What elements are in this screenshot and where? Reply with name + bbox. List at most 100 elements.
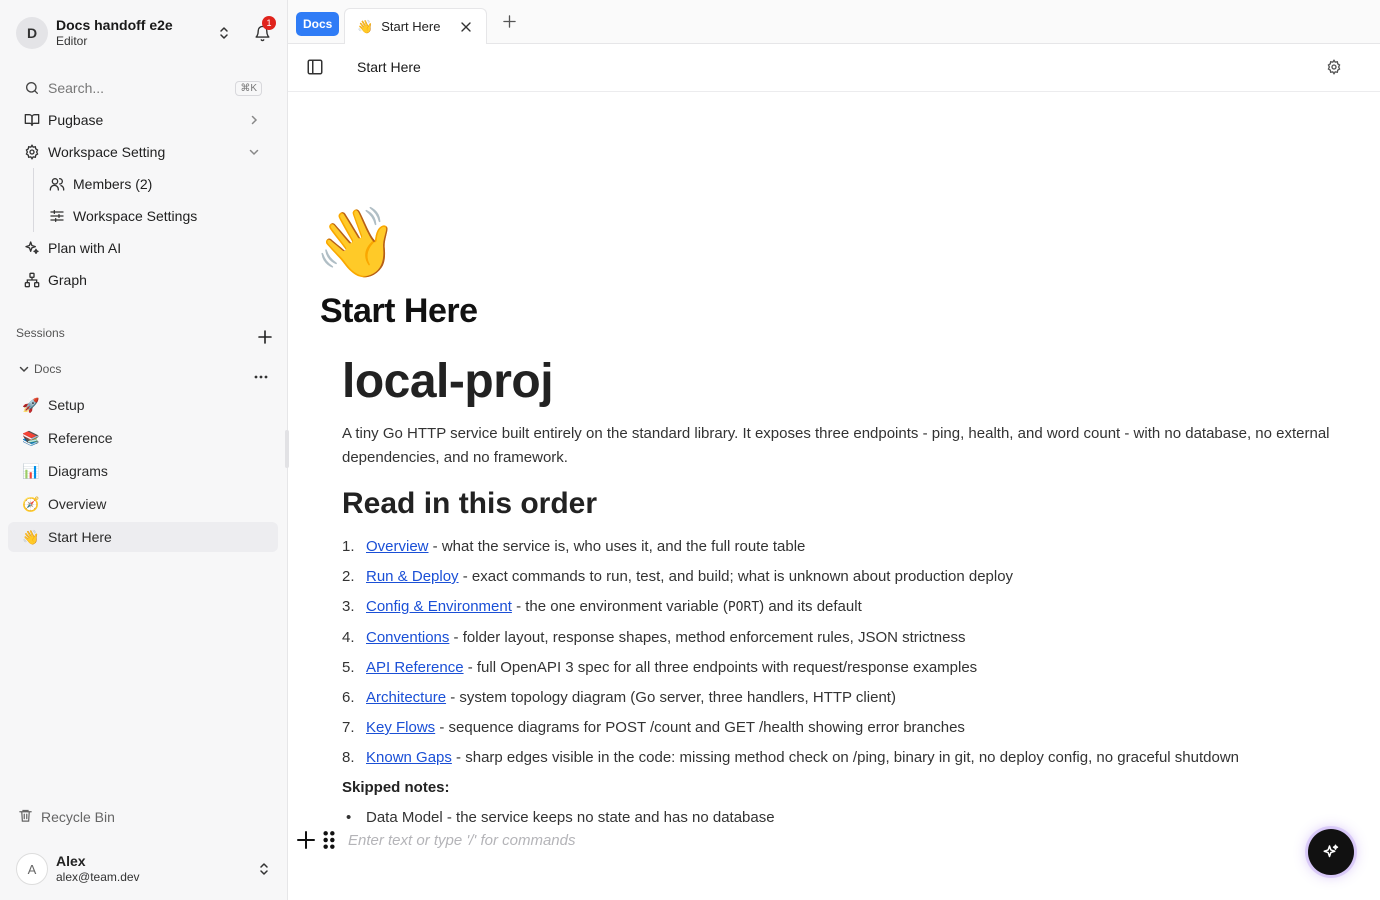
sidebar-toggle-button[interactable] bbox=[306, 58, 326, 78]
doc-item-setup[interactable]: 🚀 Setup bbox=[8, 390, 278, 420]
link-config-environment[interactable]: Config & Environment bbox=[366, 598, 512, 615]
page-icon[interactable]: 👋 bbox=[314, 200, 399, 286]
link-key-flows[interactable]: Key Flows bbox=[366, 719, 435, 736]
close-icon[interactable] bbox=[458, 19, 474, 35]
sidebar-item-label: Workspace Setting bbox=[48, 144, 166, 160]
skipped-notes-label: Skipped notes: bbox=[342, 779, 450, 796]
doc-item-reference[interactable]: 📚 Reference bbox=[8, 423, 278, 453]
reading-order-list: 1. Overview - what the service is, who us… bbox=[342, 532, 1332, 773]
list-item: 5. API Reference - full OpenAPI 3 spec fo… bbox=[342, 659, 978, 676]
list-item: 1. Overview - what the service is, who us… bbox=[342, 538, 806, 555]
notification-badge: 1 bbox=[262, 16, 276, 30]
recycle-bin-button[interactable]: Recycle Bin bbox=[18, 808, 115, 826]
search-button[interactable]: Search... ⌘K bbox=[8, 73, 278, 103]
sidebar-item-label: Members (2) bbox=[73, 176, 153, 192]
doc-item-label: Reference bbox=[48, 430, 113, 446]
list-item: 3. Config & Environment - the one environ… bbox=[342, 598, 862, 615]
new-tab-button[interactable] bbox=[500, 12, 518, 30]
books-icon: 📚 bbox=[22, 429, 40, 446]
notifications-button[interactable]: 1 bbox=[248, 16, 276, 47]
sidebar-item-workspace-setting[interactable]: Workspace Setting bbox=[8, 137, 278, 167]
sessions-label: Sessions bbox=[16, 326, 65, 340]
doc-item-diagrams[interactable]: 📊 Diagrams bbox=[8, 456, 278, 486]
drag-handle-icon[interactable] bbox=[322, 830, 336, 850]
sparkles-icon bbox=[24, 240, 40, 256]
user-avatar: A bbox=[16, 853, 48, 885]
empty-block[interactable]: Enter text or type '/' for commands bbox=[296, 830, 575, 850]
link-run-deploy[interactable]: Run & Deploy bbox=[366, 568, 459, 585]
workspace-name: Docs handoff e2e bbox=[56, 17, 173, 33]
link-overview[interactable]: Overview bbox=[366, 538, 429, 555]
tab-bar: Docs 👋 Start Here bbox=[288, 0, 1380, 44]
more-horizontal-icon bbox=[254, 375, 268, 379]
user-menu[interactable]: A Alex alex@team.dev bbox=[16, 852, 276, 886]
chevron-down-icon bbox=[244, 146, 264, 158]
sliders-icon bbox=[49, 208, 65, 224]
waving-hand-icon: 👋 bbox=[22, 528, 40, 545]
sidebar-item-graph[interactable]: Graph bbox=[8, 265, 278, 295]
page-title[interactable]: Start Here bbox=[320, 292, 478, 331]
search-label: Search... bbox=[48, 80, 105, 96]
list-item: 6. Architecture - system topology diagram… bbox=[342, 689, 896, 706]
ai-assistant-button[interactable] bbox=[1308, 829, 1354, 875]
sidebar-item-workspace-settings[interactable]: Workspace Settings bbox=[8, 201, 278, 231]
sidebar-item-label: Graph bbox=[48, 272, 87, 288]
workspace-role: Editor bbox=[56, 34, 88, 48]
sidebar-resize-handle[interactable] bbox=[285, 430, 289, 468]
doc-item-label: Start Here bbox=[48, 529, 112, 545]
page-settings-button[interactable] bbox=[1326, 59, 1344, 77]
search-icon bbox=[24, 80, 40, 96]
add-block-icon[interactable] bbox=[296, 830, 316, 850]
document-body[interactable]: local-proj A tiny Go HTTP service built … bbox=[342, 352, 1332, 833]
sidebar-item-label: Workspace Settings bbox=[73, 208, 198, 224]
docs-section-label: Docs bbox=[34, 362, 62, 376]
link-architecture[interactable]: Architecture bbox=[366, 689, 446, 706]
sidebar-item-members[interactable]: Members (2) bbox=[8, 169, 278, 199]
add-session-button[interactable] bbox=[255, 327, 275, 347]
link-conventions[interactable]: Conventions bbox=[366, 629, 449, 646]
docs-more-button[interactable] bbox=[251, 367, 271, 387]
doc-item-label: Setup bbox=[48, 397, 85, 413]
docs-section-toggle[interactable]: Docs bbox=[18, 362, 61, 376]
breadcrumb[interactable]: Start Here bbox=[357, 59, 421, 75]
space-chip[interactable]: Docs bbox=[296, 12, 340, 36]
workspace-avatar: D bbox=[16, 17, 48, 49]
link-known-gaps[interactable]: Known Gaps bbox=[366, 749, 452, 766]
sidebar-item-label: Plan with AI bbox=[48, 240, 122, 256]
doc-item-overview[interactable]: 🧭 Overview bbox=[8, 489, 278, 519]
link-api-reference[interactable]: API Reference bbox=[366, 659, 464, 676]
sidebar: D Docs handoff e2e Editor 1 Search... ⌘K… bbox=[0, 0, 288, 900]
panel-left-icon bbox=[307, 59, 323, 75]
inline-code: PORT bbox=[727, 600, 760, 615]
waving-hand-icon: 👋 bbox=[357, 18, 374, 34]
book-open-icon bbox=[24, 112, 40, 128]
heading-1: local-proj bbox=[342, 355, 554, 408]
recycle-bin-label: Recycle Bin bbox=[41, 809, 115, 825]
rocket-icon: 🚀 bbox=[22, 396, 40, 413]
workspace-info: Docs handoff e2e Editor bbox=[56, 17, 212, 49]
intro-paragraph: A tiny Go HTTP service built entirely on… bbox=[342, 425, 1330, 466]
sidebar-item-label: Pugbase bbox=[48, 112, 104, 128]
chevron-up-down-icon[interactable] bbox=[252, 857, 276, 881]
workspace-switcher[interactable]: D Docs handoff e2e Editor 1 bbox=[16, 16, 276, 50]
list-item: 2. Run & Deploy - exact commands to run, … bbox=[342, 568, 1014, 585]
graph-icon bbox=[24, 272, 40, 288]
trash-icon bbox=[18, 808, 33, 826]
bar-chart-icon: 📊 bbox=[22, 462, 40, 479]
page-toolbar: Start Here bbox=[288, 44, 1380, 92]
doc-item-label: Overview bbox=[48, 496, 107, 512]
chevron-up-down-icon[interactable] bbox=[212, 21, 236, 45]
tab-label: Start Here bbox=[381, 19, 441, 34]
doc-item-start-here[interactable]: 👋 Start Here bbox=[8, 522, 278, 552]
skipped-notes-list: • Data Model - the service keeps no state… bbox=[342, 803, 1332, 833]
heading-2: Read in this order bbox=[342, 487, 598, 520]
sidebar-item-pugbase[interactable]: Pugbase bbox=[8, 105, 278, 135]
chevron-right-icon bbox=[244, 114, 264, 126]
sidebar-item-plan-ai[interactable]: Plan with AI bbox=[8, 233, 278, 263]
compass-icon: 🧭 bbox=[22, 495, 40, 512]
users-icon bbox=[49, 176, 65, 192]
tab-start-here[interactable]: 👋 Start Here bbox=[344, 8, 487, 44]
gear-icon bbox=[1327, 59, 1341, 75]
search-shortcut: ⌘K bbox=[235, 80, 262, 96]
list-item: 4. Conventions - folder layout, response … bbox=[342, 629, 966, 646]
